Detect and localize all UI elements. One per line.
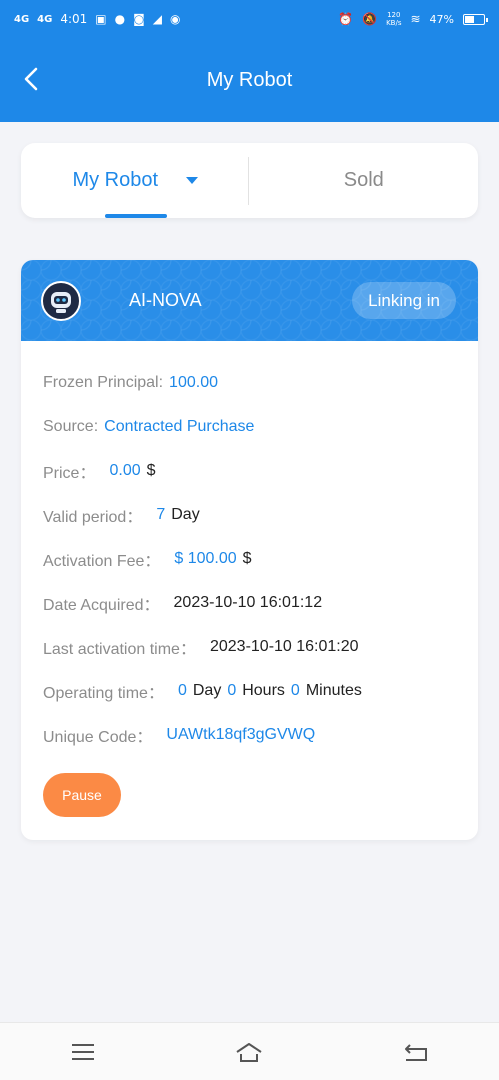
menu-icon	[72, 1043, 95, 1060]
robot-name: AI-NOVA	[129, 290, 202, 310]
detail-operating-time: Operating time： 0 Day 0 Hours 0 Minutes	[21, 669, 478, 713]
return-icon	[404, 1043, 427, 1061]
app-icon: ◙	[133, 12, 145, 26]
frozen-principal-value: 100.00	[169, 374, 218, 391]
operating-time-label: Operating time：	[43, 685, 164, 702]
pause-button[interactable]: Pause	[43, 773, 121, 817]
source-value: Contracted Purchase	[104, 418, 255, 435]
page-title: My Robot	[206, 68, 293, 91]
tab-sold[interactable]: Sold	[250, 143, 479, 218]
price-label: Price：	[43, 465, 96, 482]
status-badge: Linking in	[352, 282, 456, 319]
last-activation-value: 2023-10-10 16:01:20	[209, 638, 359, 655]
last-activation-label: Last activation time：	[43, 641, 196, 658]
valid-period-label: Valid period：	[43, 509, 143, 526]
detail-source: Source: Contracted Purchase	[21, 405, 478, 449]
valid-period-value: 7	[156, 506, 166, 523]
detail-date-acquired: Date Acquired： 2023-10-10 16:01:12	[21, 581, 478, 625]
op-days-value: 0	[177, 682, 187, 699]
status-bar-left: 4G 4G 4:01 ▣ ● ◙ ◢ ◉	[14, 12, 181, 26]
date-acquired-label: Date Acquired：	[43, 597, 160, 614]
return-button[interactable]	[394, 1030, 438, 1074]
home-button[interactable]	[227, 1030, 271, 1074]
back-button[interactable]	[18, 66, 44, 92]
message-icon: ●	[114, 12, 126, 26]
status-bar-right: ⏰ 🔕 120 KB/s ≋ 47%	[338, 11, 488, 27]
detail-valid-period: Valid period： 7 Day	[21, 493, 478, 537]
op-days-unit: Day	[192, 682, 222, 699]
back-arrow-icon	[24, 67, 38, 91]
price-value: 0.00	[109, 462, 141, 479]
op-minutes-unit: Minutes	[305, 682, 362, 699]
tab-bar: My Robot Sold	[21, 143, 478, 218]
caret-down-icon[interactable]	[186, 177, 199, 184]
source-label: Source:	[43, 418, 99, 435]
detail-activation-fee: Activation Fee： $ 100.00 $	[21, 537, 478, 581]
notification-icon: ▣	[95, 12, 107, 26]
op-hours-unit: Hours	[242, 682, 285, 699]
detail-price: Price： 0.00 $	[21, 449, 478, 493]
price-unit: $	[146, 462, 156, 479]
tab-active-indicator	[105, 214, 167, 218]
alarm-icon: ⏰	[338, 12, 354, 26]
menu-button[interactable]	[61, 1030, 105, 1074]
tab-sold-label: Sold	[343, 169, 384, 191]
robot-avatar	[41, 280, 81, 321]
robot-icon	[51, 291, 71, 313]
activation-fee-label: Activation Fee：	[43, 553, 161, 570]
unique-code-value: UAWtk18qf3gGVWQ	[166, 726, 316, 743]
robot-details: Frozen Principal: 100.00 Source: Contrac…	[21, 341, 478, 757]
battery-percent: 47%	[429, 12, 454, 26]
op-hours-value: 0	[227, 682, 237, 699]
home-icon	[236, 1042, 263, 1062]
detail-last-activation: Last activation time： 2023-10-10 16:01:2…	[21, 625, 478, 669]
mute-icon: 🔕	[362, 12, 378, 26]
detail-frozen-principal: Frozen Principal: 100.00	[21, 361, 478, 405]
signal-4g-icon: 4G	[37, 13, 53, 25]
tab-my-robot-label: My Robot	[72, 169, 159, 191]
signal-4g-icon: 4G	[14, 13, 30, 25]
status-time: 4:01	[60, 12, 88, 26]
browser-icon: ◉	[170, 12, 181, 26]
tab-my-robot[interactable]: My Robot	[21, 143, 250, 218]
speed-value: 120	[387, 11, 401, 19]
date-acquired-value: 2023-10-10 16:01:12	[173, 594, 323, 611]
wifi-icon: ≋	[410, 12, 421, 26]
unique-code-label: Unique Code：	[43, 729, 153, 746]
status-bar: 4G 4G 4:01 ▣ ● ◙ ◢ ◉ ⏰ 🔕 120 KB/s ≋ 47%	[0, 0, 499, 38]
frozen-principal-label: Frozen Principal:	[43, 374, 164, 391]
op-minutes-value: 0	[290, 682, 300, 699]
system-nav-bar	[0, 1022, 499, 1080]
speed-unit: KB/s	[386, 19, 402, 27]
page: 4G 4G 4:01 ▣ ● ◙ ◢ ◉ ⏰ 🔕 120 KB/s ≋ 47%	[0, 0, 499, 1080]
app-icon: ◢	[152, 12, 163, 26]
robot-card-header: AI-NOVA Linking in	[21, 260, 478, 341]
network-speed: 120 KB/s	[386, 11, 401, 27]
robot-card: AI-NOVA Linking in Frozen Principal: 100…	[21, 260, 478, 840]
detail-unique-code: Unique Code： UAWtk18qf3gGVWQ	[21, 713, 478, 757]
app-header: My Robot	[0, 38, 499, 122]
activation-fee-unit: $	[242, 550, 252, 567]
battery-icon	[463, 13, 488, 25]
activation-fee-value: $ 100.00	[174, 550, 237, 567]
valid-period-unit: Day	[171, 506, 200, 523]
